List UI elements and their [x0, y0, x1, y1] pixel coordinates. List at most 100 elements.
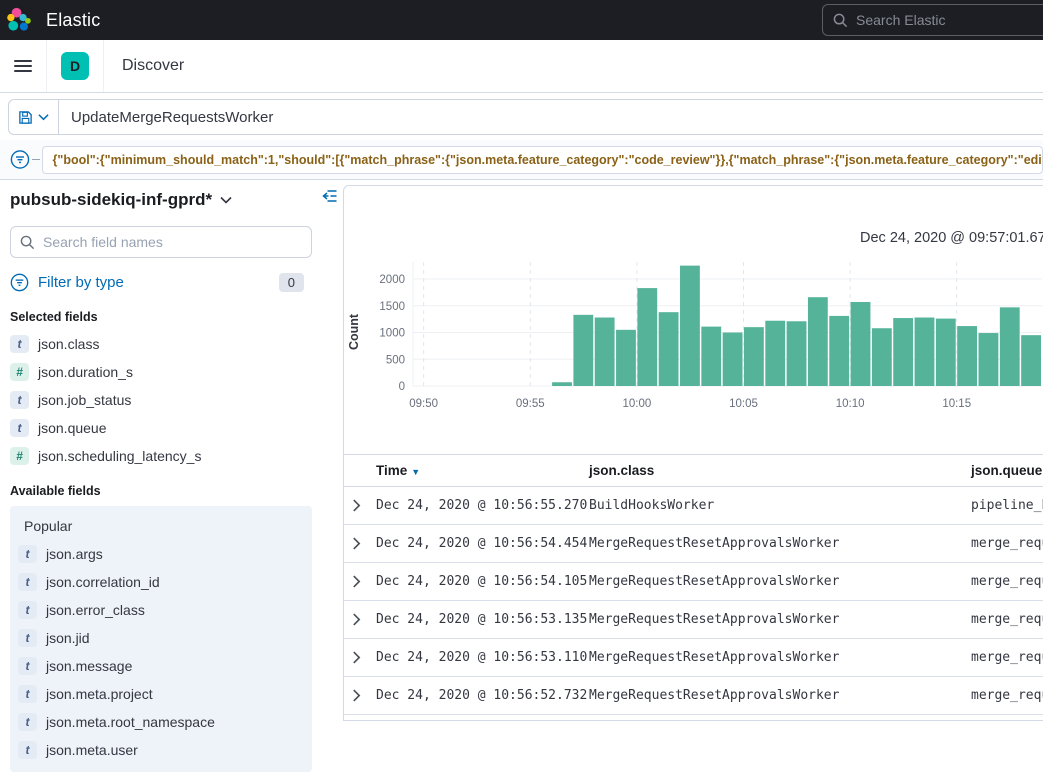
field-item[interactable]: # json.duration_s [10, 358, 312, 386]
field-type-icon: t [18, 573, 37, 591]
expand-row-button[interactable] [344, 575, 368, 588]
field-item[interactable]: t json.error_class [18, 596, 304, 624]
expand-row-button[interactable] [344, 613, 368, 626]
field-item[interactable]: t json.queue [10, 414, 312, 442]
global-search-placeholder: Search Elastic [856, 12, 945, 28]
column-header-class[interactable]: json.class [589, 463, 971, 478]
field-name: json.correlation_id [46, 574, 160, 590]
field-item[interactable]: t json.meta.project [18, 680, 304, 708]
global-header: Elastic Search Elastic [0, 0, 1043, 40]
field-item[interactable]: # json.scheduling_latency_s [10, 442, 312, 470]
field-item[interactable]: t json.args [18, 540, 304, 568]
global-search-input[interactable]: Search Elastic [822, 4, 1043, 36]
column-header-queue[interactable]: json.queue [971, 463, 1043, 478]
table-header-row: Time▼ json.class json.queue [344, 454, 1043, 487]
table-row: Dec 24, 2020 @ 10:56:52.732 MergeRequest… [344, 677, 1043, 715]
table-row: Dec 24, 2020 @ 10:56:55.270 BuildHooksWo… [344, 487, 1043, 525]
breadcrumb-bar: D Discover [0, 40, 1043, 93]
table-row: Dec 24, 2020 @ 10:56:53.135 MergeRequest… [344, 601, 1043, 639]
field-type-icon: t [18, 685, 37, 703]
table-row: Dec 24, 2020 @ 10:56:54.454 MergeRequest… [344, 525, 1043, 563]
popular-fields-group: Popular t json.args t json.correlation_i… [10, 506, 312, 772]
expand-row-button[interactable] [344, 537, 368, 550]
svg-text:10:05: 10:05 [729, 398, 758, 410]
field-name: json.message [46, 658, 132, 674]
chevron-right-icon [352, 499, 361, 512]
discover-main-panel: Dec 24, 2020 @ 09:57:01.67 0500100015002… [343, 185, 1043, 721]
svg-text:10:00: 10:00 [622, 398, 651, 410]
histogram-time-range: Dec 24, 2020 @ 09:57:01.67 [860, 230, 1043, 246]
filter-by-type[interactable]: Filter by type 0 [10, 268, 312, 296]
svg-text:1000: 1000 [379, 328, 405, 340]
filter-set-icon[interactable] [10, 149, 30, 170]
svg-text:2000: 2000 [379, 274, 405, 286]
nav-menu-button[interactable] [0, 40, 47, 92]
collapse-sidebar-icon[interactable] [321, 188, 338, 204]
chevron-down-icon [220, 196, 232, 204]
save-query-button[interactable] [9, 100, 59, 134]
discover-app-badge[interactable]: D [61, 52, 89, 80]
expand-row-button[interactable] [344, 689, 368, 702]
field-item[interactable]: t json.meta.root_namespace [18, 708, 304, 736]
field-item[interactable]: t json.job_status [10, 386, 312, 414]
elastic-logo[interactable] [6, 7, 32, 33]
field-type-icon: t [10, 419, 29, 437]
expand-row-button[interactable] [344, 651, 368, 664]
documents-table: Time▼ json.class json.queue Dec 24, 2020… [344, 454, 1043, 715]
index-pattern-switcher[interactable]: pubsub-sidekiq-inf-gprd* [10, 190, 312, 210]
column-header-time[interactable]: Time▼ [376, 463, 589, 478]
svg-text:10:15: 10:15 [942, 398, 971, 410]
selected-fields-heading: Selected fields [10, 310, 312, 324]
filter-count-badge: 0 [279, 273, 304, 292]
field-item[interactable]: t json.class [10, 330, 312, 358]
popular-label: Popular [18, 514, 304, 540]
filter-pill[interactable]: {"bool":{"minimum_should_match":1,"shoul… [42, 146, 1043, 174]
field-type-icon: # [10, 447, 29, 465]
field-name: json.queue [38, 420, 107, 436]
histogram-chart[interactable]: 050010001500200009:5009:5510:0010:0510:1… [344, 254, 1043, 424]
field-name: json.meta.project [46, 686, 153, 702]
index-pattern-name: pubsub-sidekiq-inf-gprd* [10, 190, 212, 210]
field-item[interactable]: t json.message [18, 652, 304, 680]
svg-text:09:55: 09:55 [516, 398, 545, 410]
sort-desc-icon: ▼ [411, 467, 420, 477]
fields-sidebar: pubsub-sidekiq-inf-gprd* Search field na… [0, 180, 320, 720]
field-name: json.args [46, 546, 103, 562]
field-type-icon: t [18, 657, 37, 675]
table-row: Dec 24, 2020 @ 10:56:54.105 MergeRequest… [344, 563, 1043, 601]
table-row: Dec 24, 2020 @ 10:56:53.110 MergeRequest… [344, 639, 1043, 677]
save-icon [18, 110, 33, 125]
svg-text:10:10: 10:10 [836, 398, 865, 410]
field-type-icon: t [18, 713, 37, 731]
popular-fields-list: t json.args t json.correlation_id t json… [18, 540, 304, 764]
chevron-right-icon [352, 537, 361, 550]
filter-pill-text: {"bool":{"minimum_should_match":1,"shoul… [53, 153, 1043, 167]
field-name: json.class [38, 336, 99, 352]
field-name: json.duration_s [38, 364, 133, 380]
chevron-down-icon [38, 113, 49, 121]
field-search-placeholder: Search field names [43, 234, 163, 250]
field-search-input[interactable]: Search field names [10, 226, 312, 258]
brand-title: Elastic [46, 10, 100, 31]
field-name: json.job_status [38, 392, 131, 408]
field-item[interactable]: t json.correlation_id [18, 568, 304, 596]
hamburger-icon [14, 57, 32, 75]
search-icon [20, 235, 35, 250]
field-item[interactable]: t json.meta.user [18, 736, 304, 764]
chevron-right-icon [352, 613, 361, 626]
field-name: json.scheduling_latency_s [38, 448, 201, 464]
filter-bar: {"bool":{"minimum_should_match":1,"shoul… [0, 140, 1043, 180]
svg-text:0: 0 [399, 381, 405, 393]
field-item[interactable]: t json.jid [18, 624, 304, 652]
app-badge-cell: D [47, 40, 104, 92]
expand-row-button[interactable] [344, 499, 368, 512]
field-type-icon: t [18, 741, 37, 759]
chevron-right-icon [352, 651, 361, 664]
query-input[interactable]: UpdateMergeRequestsWorker [59, 109, 273, 126]
filter-connector [32, 159, 40, 160]
svg-text:500: 500 [386, 354, 405, 366]
svg-text:09:50: 09:50 [409, 398, 438, 410]
filter-by-type-label: Filter by type [38, 274, 124, 291]
field-type-icon: t [18, 629, 37, 647]
field-type-icon: # [10, 363, 29, 381]
